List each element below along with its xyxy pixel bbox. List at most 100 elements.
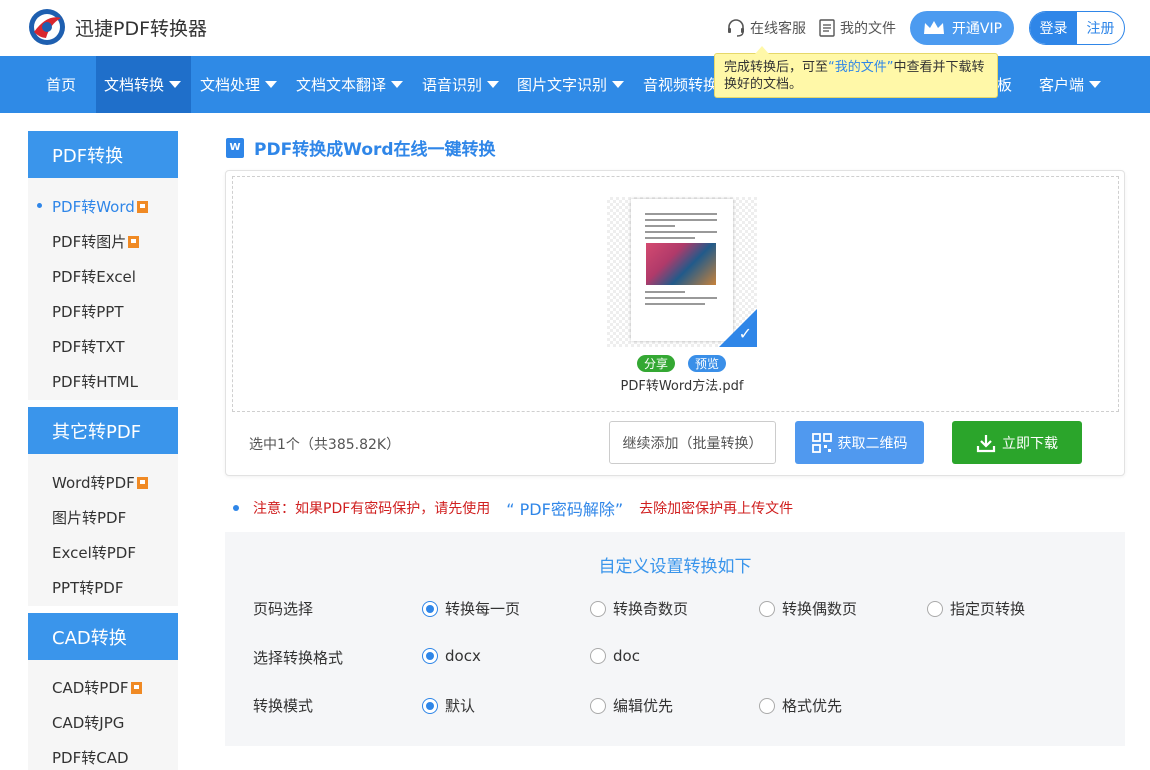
online-service-link[interactable]: 在线客服 xyxy=(726,18,806,38)
option-label: 转换偶数页 xyxy=(782,600,858,618)
sidebar-item-cad-to-pdf[interactable]: CAD转PDF xyxy=(52,677,142,698)
nav-label: 文档处理 xyxy=(200,76,261,94)
download-icon xyxy=(976,434,996,452)
conversion-mode-label: 转换模式 xyxy=(253,697,314,715)
option-odd-pages[interactable]: 转换奇数页 xyxy=(590,598,688,619)
caret-down-icon xyxy=(1089,81,1102,88)
brand-logo[interactable] xyxy=(28,8,66,46)
option-label: 转换每一页 xyxy=(445,600,521,618)
sidebar-item-cad-to-jpg[interactable]: CAD转JPG xyxy=(52,712,124,733)
sidebar-item-label: PDF转Word xyxy=(52,198,135,216)
option-label: 格式优先 xyxy=(782,697,843,715)
file-thumbnail[interactable]: ✓ xyxy=(607,197,757,347)
sidebar-item-pdf-to-word[interactable]: PDF转Word xyxy=(52,196,148,217)
sidebar-section-other-to-pdf: 其它转PDF xyxy=(28,407,178,454)
option-every-page[interactable]: 转换每一页 xyxy=(422,598,520,619)
sidebar-item-image-to-pdf[interactable]: 图片转PDF xyxy=(52,507,126,528)
format-selection-label: 选择转换格式 xyxy=(253,649,344,667)
nav-client[interactable]: 客户端 xyxy=(1031,56,1109,113)
sidebar-item-pdf-to-ppt[interactable]: PDF转PPT xyxy=(52,301,123,322)
sidebar-item-label: PDF转CAD xyxy=(52,749,129,767)
radio-unchecked[interactable] xyxy=(927,600,943,617)
page-photo-image xyxy=(646,243,716,285)
page-selection-label: 页码选择 xyxy=(253,600,314,618)
option-doc[interactable]: doc xyxy=(590,647,640,665)
active-dot xyxy=(37,203,42,208)
tooltip-link[interactable]: “我的文件” xyxy=(828,60,893,75)
file-name: PDF转Word方法.pdf xyxy=(620,379,744,394)
nav-label: 客户端 xyxy=(1039,76,1085,94)
option-label: 默认 xyxy=(445,697,476,715)
sidebar-item-label: PDF转PPT xyxy=(52,303,124,321)
qrcode-icon xyxy=(811,432,832,453)
bullet-dot xyxy=(233,505,239,511)
sidebar-item-pdf-to-txt[interactable]: PDF转TXT xyxy=(52,336,125,357)
open-vip-label: 开通VIP xyxy=(951,21,1003,37)
pdf-unlock-link[interactable]: “ PDF密码解除” xyxy=(506,496,623,520)
sidebar-section-pdf-convert: PDF转换 xyxy=(28,131,178,178)
open-vip-button[interactable]: 开通VIP xyxy=(910,11,1014,45)
radio-unchecked[interactable] xyxy=(590,648,606,664)
page-title-row: W PDF转换成Word在线一键转换 xyxy=(226,135,496,160)
sidebar-item-label: PDF转Excel xyxy=(52,268,136,286)
caret-down-icon xyxy=(487,81,500,88)
auth-group: 登录 注册 xyxy=(1029,11,1125,45)
sidebar-item-pdf-to-html[interactable]: PDF转HTML xyxy=(52,371,138,392)
option-label: 编辑优先 xyxy=(613,697,674,715)
settings-title: 自定义设置转换如下 xyxy=(598,557,752,577)
option-specific-pages[interactable]: 指定页转换 xyxy=(927,598,1025,619)
radio-unchecked[interactable] xyxy=(759,697,775,714)
register-button[interactable]: 注册 xyxy=(1077,12,1124,44)
option-default-mode[interactable]: 默认 xyxy=(422,695,475,716)
download-now-button[interactable]: 立即下载 xyxy=(952,421,1082,464)
radio-unchecked[interactable] xyxy=(590,600,606,617)
nav-ocr[interactable]: 图片文字识别 xyxy=(509,56,632,113)
sidebar-item-label: PDF转HTML xyxy=(52,373,138,391)
sidebar-item-pdf-to-cad[interactable]: PDF转CAD xyxy=(52,747,129,768)
selection-info: 选中1个（共385.82K） xyxy=(249,437,401,453)
option-label: docx xyxy=(445,647,481,665)
radio-checked[interactable] xyxy=(422,600,438,617)
sidebar-item-label: Excel转PDF xyxy=(52,544,136,562)
add-more-button[interactable]: 继续添加（批量转换） xyxy=(609,421,776,464)
file-drop-zone[interactable]: ✓ 分享 预览 PDF转Word方法.pdf xyxy=(232,176,1119,412)
sidebar-item-ppt-to-pdf[interactable]: PPT转PDF xyxy=(52,577,123,598)
sidebar-item-pdf-to-image[interactable]: PDF转图片 xyxy=(52,231,140,252)
nav-home[interactable]: 首页 xyxy=(38,56,84,113)
radio-checked[interactable] xyxy=(422,697,438,714)
login-button[interactable]: 登录 xyxy=(1030,12,1077,44)
top-header: 迅捷PDF转换器 在线客服 我的文件 开通VIP 登录 注册 xyxy=(0,0,1150,56)
notice-suffix: 去除加密保护再上传文件 xyxy=(639,501,794,517)
sidebar-item-excel-to-pdf[interactable]: Excel转PDF xyxy=(52,542,136,563)
nav-translate[interactable]: 文档文本翻译 xyxy=(288,56,411,113)
nav-speech[interactable]: 语音识别 xyxy=(414,56,507,113)
option-label: doc xyxy=(613,647,640,665)
bookmark-badge-icon xyxy=(136,200,148,213)
radio-unchecked[interactable] xyxy=(759,600,775,617)
nav-av-convert[interactable]: 音视频转换 xyxy=(635,56,726,113)
download-now-label: 立即下载 xyxy=(1002,435,1058,452)
brand-name[interactable]: 迅捷PDF转换器 xyxy=(75,14,207,41)
conversion-settings: 自定义设置转换如下 页码选择 转换每一页 转换奇数页 转换偶数页 指定页转换 选… xyxy=(225,532,1125,746)
option-docx[interactable]: docx xyxy=(422,647,481,665)
nav-label: 图片文字识别 xyxy=(517,76,608,94)
option-label: 指定页转换 xyxy=(950,600,1026,618)
sidebar-item-pdf-to-excel[interactable]: PDF转Excel xyxy=(52,266,136,287)
option-format-priority[interactable]: 格式优先 xyxy=(759,695,842,716)
option-edit-priority[interactable]: 编辑优先 xyxy=(590,695,673,716)
nav-doc-convert[interactable]: 文档转换 xyxy=(96,56,191,113)
my-files-link[interactable]: 我的文件 xyxy=(818,18,896,38)
nav-label: 板 xyxy=(997,76,1013,94)
caret-down-icon xyxy=(612,81,625,88)
share-button[interactable]: 分享 xyxy=(637,355,675,372)
radio-checked[interactable] xyxy=(422,648,438,664)
nav-doc-process[interactable]: 文档处理 xyxy=(192,56,285,113)
sidebar-item-label: PDF转TXT xyxy=(52,338,125,356)
sidebar-item-word-to-pdf[interactable]: Word转PDF xyxy=(52,472,148,493)
option-even-pages[interactable]: 转换偶数页 xyxy=(759,598,857,619)
radio-unchecked[interactable] xyxy=(590,697,606,714)
get-qrcode-button[interactable]: 获取二维码 xyxy=(795,421,924,464)
online-service-label: 在线客服 xyxy=(750,21,806,37)
tooltip-prefix: 完成转换后，可至 xyxy=(724,60,829,75)
preview-button[interactable]: 预览 xyxy=(688,355,726,372)
